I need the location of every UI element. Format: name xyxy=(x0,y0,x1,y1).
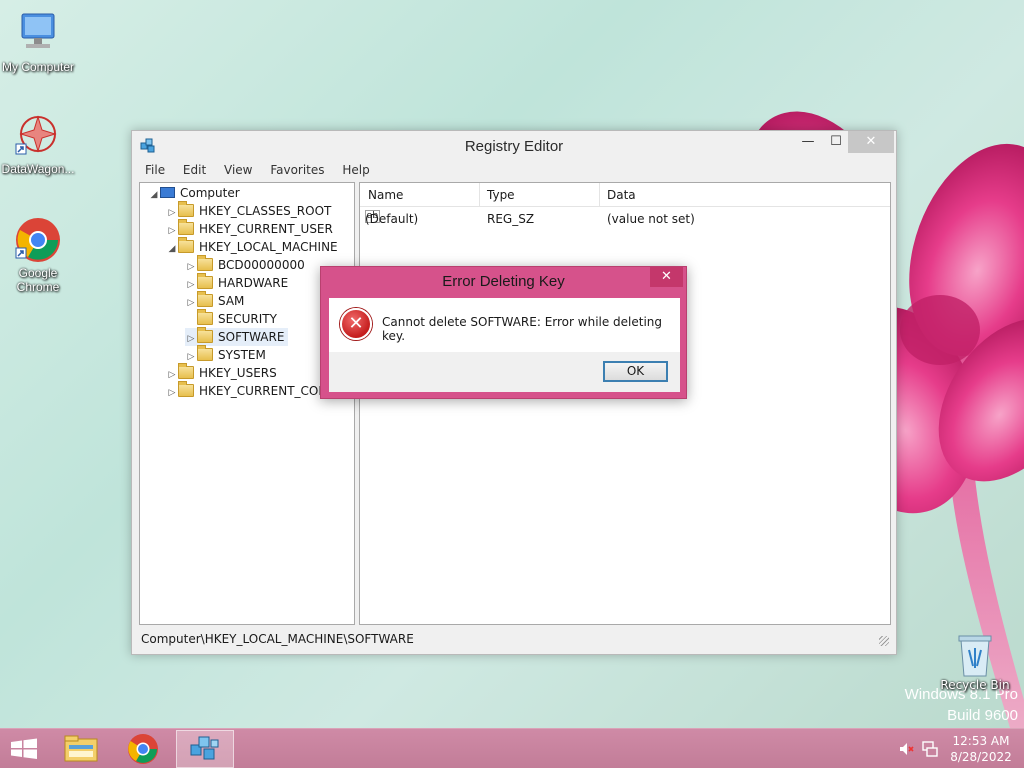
folder-icon xyxy=(178,201,194,217)
tree-expander[interactable]: ◢ xyxy=(148,186,160,204)
tree-item-label: SECURITY xyxy=(218,312,277,326)
taskbar-file-explorer[interactable] xyxy=(52,730,110,768)
file-explorer-icon xyxy=(64,735,98,762)
tree-item-hkey-users[interactable]: ▷ HKEY_USERS xyxy=(166,363,277,382)
menu-edit[interactable]: Edit xyxy=(176,161,213,179)
recycle-bin-label: Recycle Bin xyxy=(940,678,1010,692)
tree-item-hkey-current-user[interactable]: ▷ HKEY_CURRENT_USER xyxy=(166,219,333,238)
column-divider[interactable] xyxy=(479,183,480,207)
tree-item-label: HKEY_LOCAL_MACHINE xyxy=(199,240,338,254)
start-button[interactable] xyxy=(0,730,48,768)
window-titlebar[interactable]: Registry Editor — ☐ ✕ xyxy=(132,131,896,161)
desktop-icon-datawagon[interactable]: DataWagon... xyxy=(0,112,80,176)
error-dialog[interactable]: Error Deleting Key ✕ ✕ Cannot delete SOF… xyxy=(320,266,687,399)
folder-icon xyxy=(197,291,213,307)
value-data: (value not set) xyxy=(607,212,695,226)
dialog-message-area: ✕ Cannot delete SOFTWARE: Error while de… xyxy=(329,298,680,352)
tree-item-hkey-local-machine[interactable]: ◢ HKEY_LOCAL_MACHINE xyxy=(166,237,338,258)
clock-date: 8/28/2022 xyxy=(950,750,1012,764)
tree-item-label: HKEY_USERS xyxy=(199,366,277,380)
menu-help[interactable]: Help xyxy=(335,161,376,179)
clock-time: 12:53 AM xyxy=(952,734,1010,748)
dialog-body: ✕ Cannot delete SOFTWARE: Error while de… xyxy=(329,298,680,392)
regedit-icon xyxy=(190,736,219,760)
datawagon-icon xyxy=(14,112,62,160)
key-tree-pane[interactable]: ◢ Computer ▷ HKEY_CLASSES_ROOT ▷ HKEY_CURRE… xyxy=(139,182,355,625)
tree-item-label: HKEY_CURRENT_USER xyxy=(199,222,333,236)
window-title: Registry Editor xyxy=(464,138,564,155)
column-header-type[interactable]: Type xyxy=(487,188,515,202)
desktop-icon-label: Google Chrome xyxy=(16,266,60,294)
resize-grip-icon[interactable] xyxy=(879,636,889,646)
minimize-button[interactable]: — xyxy=(794,131,822,153)
taskbar-google-chrome[interactable] xyxy=(114,730,172,768)
taskbar-clock[interactable]: 12:53 AM 8/28/2022 xyxy=(944,733,1018,765)
ok-button[interactable]: OK xyxy=(603,361,668,382)
folder-icon xyxy=(197,327,213,343)
dialog-message: Cannot delete SOFTWARE: Error while dele… xyxy=(382,315,663,343)
dialog-close-button[interactable]: ✕ xyxy=(650,267,683,287)
maximize-button[interactable]: ☐ xyxy=(822,131,850,153)
value-type: REG_SZ xyxy=(487,212,535,226)
tree-item-security[interactable]: SECURITY xyxy=(185,309,277,328)
tree-item-label: HKEY_CLASSES_ROOT xyxy=(199,204,332,218)
folder-icon xyxy=(178,381,194,397)
folder-icon xyxy=(197,345,213,361)
folder-icon xyxy=(197,255,213,271)
menu-file[interactable]: File xyxy=(138,161,172,179)
tree-item-sam[interactable]: ▷ SAM xyxy=(185,291,245,310)
dialog-button-area: OK xyxy=(329,352,680,392)
chrome-icon xyxy=(128,734,158,764)
folder-icon xyxy=(197,273,213,289)
desktop-icon-my-computer[interactable]: My Computer xyxy=(0,10,80,74)
column-divider[interactable] xyxy=(599,183,600,207)
tree-item-label: SYSTEM xyxy=(218,348,266,362)
value-row-default[interactable]: ab (Default) REG_SZ (value not set) xyxy=(360,210,890,228)
tree-item-label: HARDWARE xyxy=(218,276,289,290)
error-icon: ✕ xyxy=(340,308,372,340)
close-button[interactable]: ✕ xyxy=(848,131,894,153)
desktop-icon-google-chrome[interactable]: Google Chrome xyxy=(0,216,80,294)
tree-expander[interactable]: ◢ xyxy=(166,240,178,258)
windows-logo-icon xyxy=(11,738,37,759)
desktop-icon-label: DataWagon... xyxy=(1,162,75,176)
tree-item-label: SAM xyxy=(218,294,245,308)
folder-icon xyxy=(197,309,213,325)
taskbar-registry-editor[interactable] xyxy=(176,730,234,768)
status-bar: Computer\HKEY_LOCAL_MACHINE\SOFTWARE xyxy=(139,630,891,648)
desktop-icon-recycle-bin[interactable]: Recycle Bin xyxy=(940,630,1010,692)
folder-icon xyxy=(178,219,194,235)
tree-item-hkey-classes-root[interactable]: ▷ HKEY_CLASSES_ROOT xyxy=(166,201,332,220)
tree-item-bcd00000000[interactable]: ▷ BCD00000000 xyxy=(185,255,305,274)
taskbar: 12:53 AM 8/28/2022 xyxy=(0,728,1024,768)
network-icon[interactable] xyxy=(921,740,939,761)
tree-item-label: BCD00000000 xyxy=(218,258,305,272)
chrome-icon xyxy=(14,216,62,264)
folder-icon xyxy=(178,237,194,253)
volume-muted-icon[interactable] xyxy=(898,741,914,760)
values-list-pane[interactable]: Name Type Data ab (Default) REG_SZ (value… xyxy=(359,182,891,625)
tree-item-label: SOFTWARE xyxy=(218,330,285,344)
tree-expander[interactable]: ▷ xyxy=(166,384,178,402)
tree-item-label: Computer xyxy=(180,186,240,200)
desktop-icon-label: My Computer xyxy=(1,60,75,74)
status-path: Computer\HKEY_LOCAL_MACHINE\SOFTWARE xyxy=(141,632,414,646)
computer-icon xyxy=(160,187,175,198)
menu-bar: File Edit View Favorites Help xyxy=(132,161,896,181)
dialog-title: Error Deleting Key xyxy=(442,273,565,290)
column-header-data[interactable]: Data xyxy=(607,188,636,202)
watermark-build: Build 9600 xyxy=(947,707,1018,724)
tree-item-software[interactable]: ▷ SOFTWARE xyxy=(185,327,289,346)
recycle-bin-icon xyxy=(955,630,995,678)
menu-favorites[interactable]: Favorites xyxy=(263,161,331,179)
folder-icon xyxy=(178,363,194,379)
list-header: Name Type Data xyxy=(360,183,890,207)
tree-item-hardware[interactable]: ▷ HARDWARE xyxy=(185,273,289,292)
tree-item-computer[interactable]: ◢ Computer xyxy=(148,184,240,202)
menu-view[interactable]: View xyxy=(217,161,259,179)
tree-item-system[interactable]: ▷ SYSTEM xyxy=(185,345,266,364)
column-header-name[interactable]: Name xyxy=(368,188,403,202)
my-computer-icon xyxy=(14,10,62,58)
value-name: (Default) xyxy=(365,212,419,226)
